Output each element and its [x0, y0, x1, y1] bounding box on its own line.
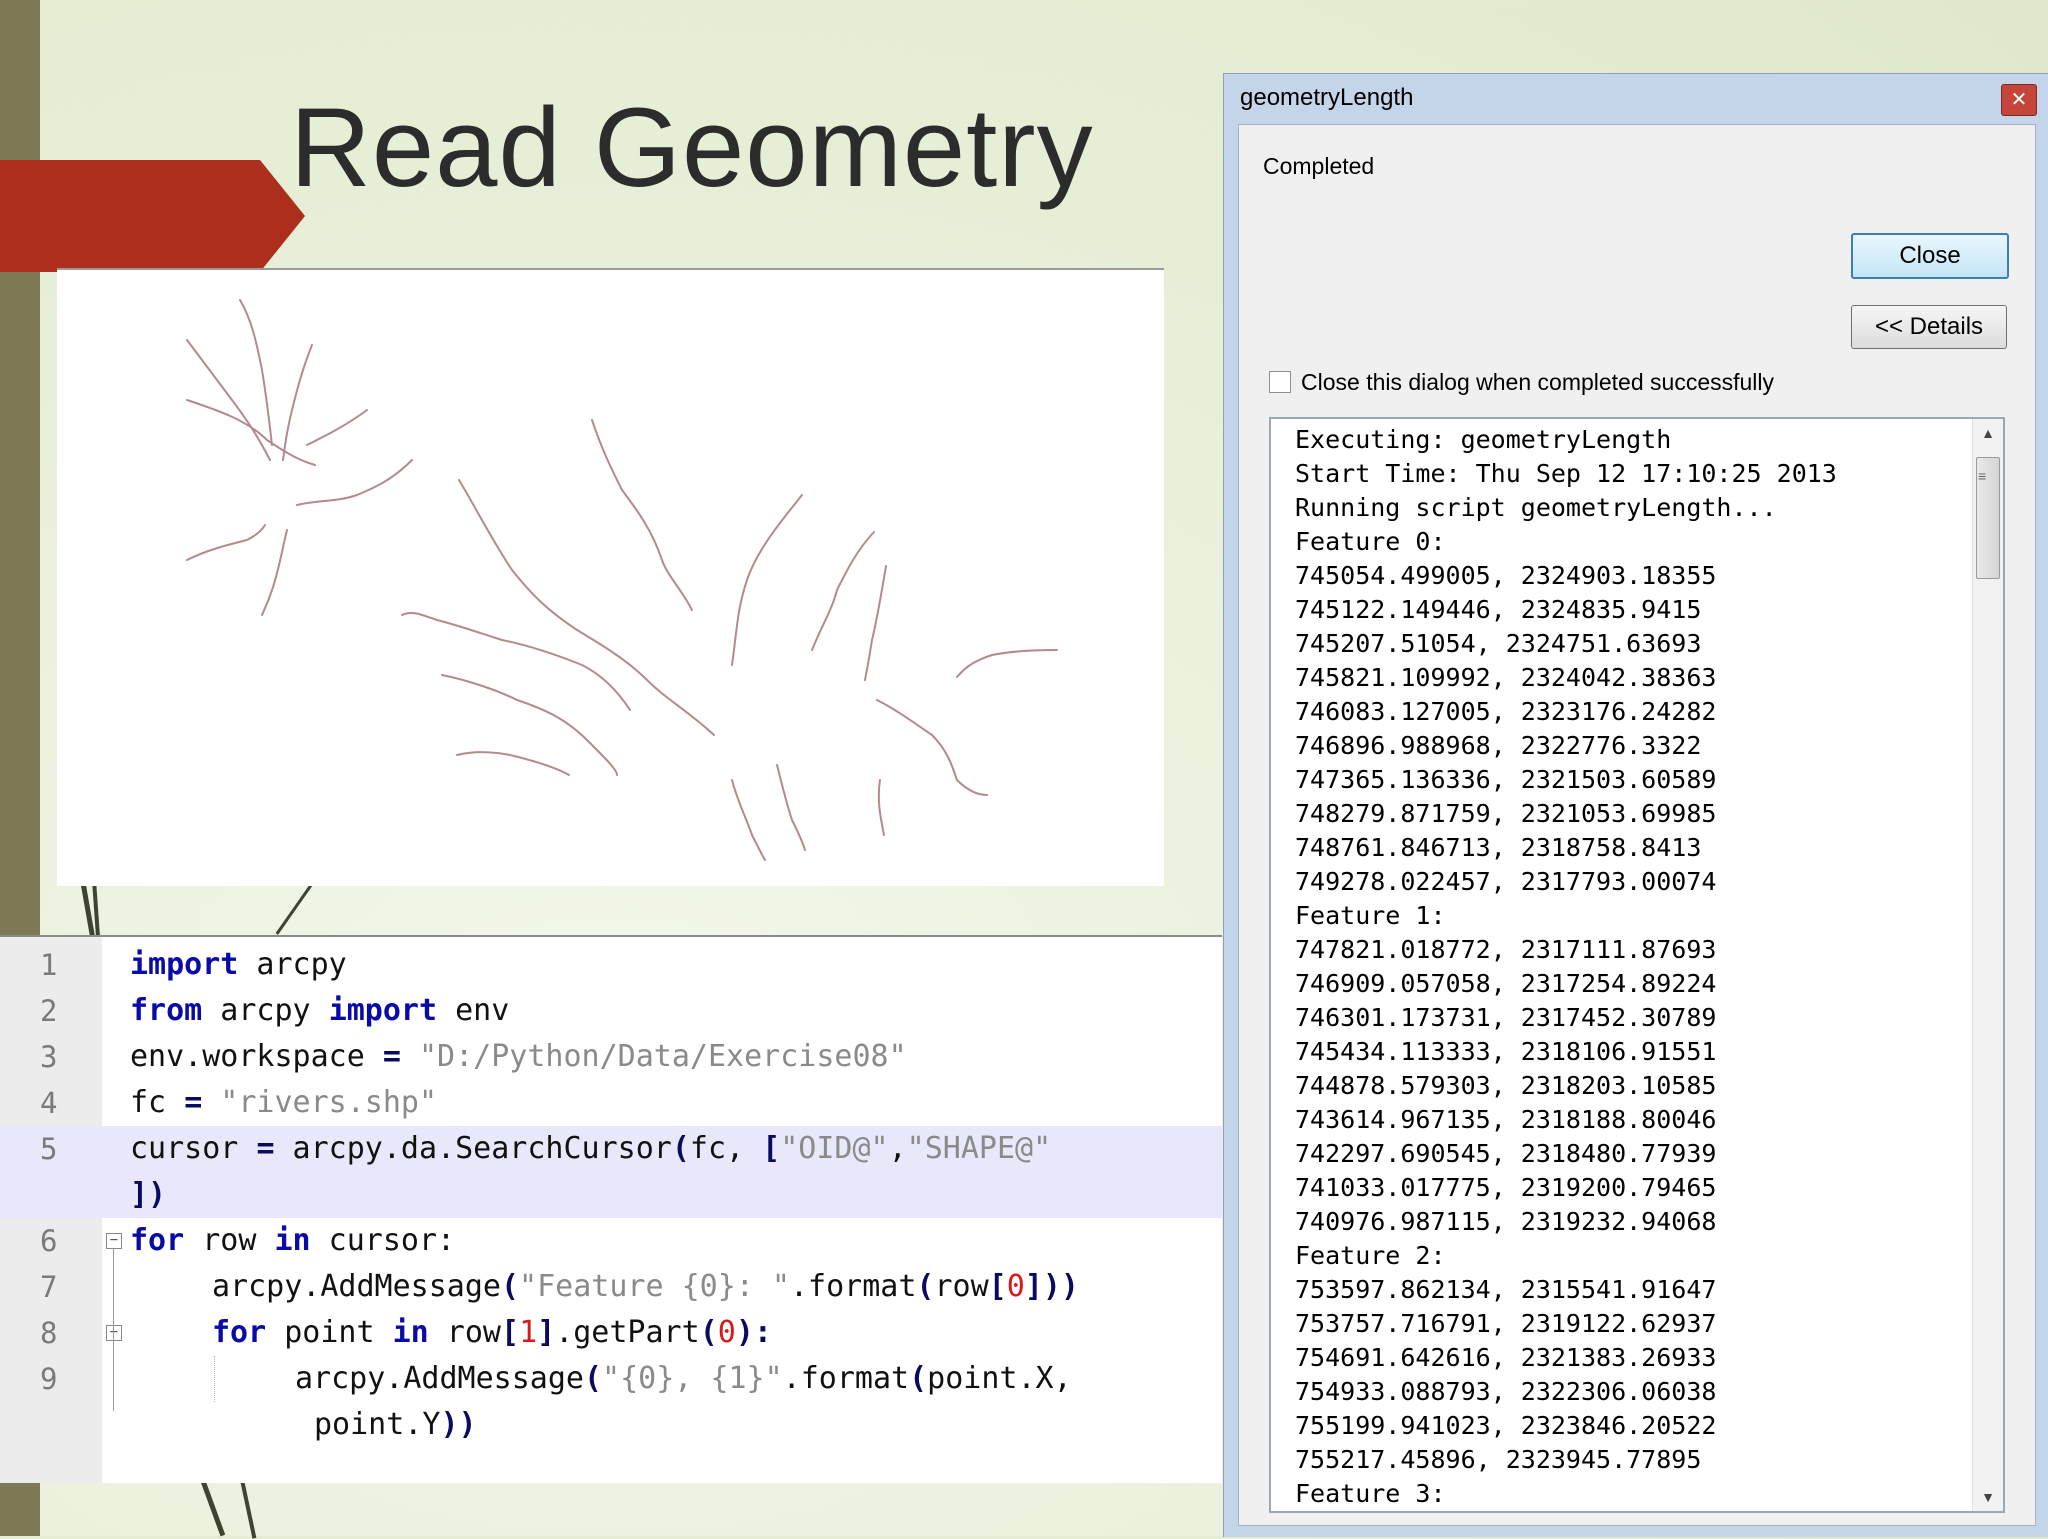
close-button[interactable]: Close [1851, 233, 2009, 279]
log-line: 748279.871759, 2321053.69985 [1295, 799, 1717, 828]
log-line: 748761.846713, 2318758.8413 [1295, 833, 1702, 862]
line-number: 5 [40, 1132, 58, 1166]
log-line: 745054.499005, 2324903.18355 [1295, 561, 1717, 590]
line-number: 8 [40, 1316, 58, 1350]
fold-guide [113, 1341, 114, 1411]
code-text-wrapped: point.Y)) [314, 1407, 477, 1442]
log-line: 753597.862134, 2315541.91647 [1295, 1275, 1717, 1304]
code-text: arcpy.AddMessage("Feature {0}: ".format(… [212, 1269, 1079, 1304]
line-number: 7 [40, 1270, 58, 1304]
log-line: 746301.173731, 2317452.30789 [1295, 1003, 1717, 1032]
code-line: 2 from arcpy import env [0, 988, 1222, 1034]
code-text: env.workspace = "D:/Python/Data/Exercise… [130, 1039, 907, 1074]
code-text: cursor = arcpy.da.SearchCursor(fc, ["OID… [130, 1131, 1052, 1166]
grip-icon: ≡ [1978, 468, 1987, 484]
line-number: 4 [40, 1086, 58, 1120]
code-line: 3 env.workspace = "D:/Python/Data/Exerci… [0, 1034, 1222, 1080]
log-line: 749278.022457, 2317793.00074 [1295, 867, 1717, 896]
line-number: 3 [40, 1040, 58, 1074]
log-line: 754933.088793, 2322306.06038 [1295, 1377, 1717, 1406]
river-map [57, 268, 1164, 886]
line-number: 2 [40, 994, 58, 1028]
line-number: 9 [40, 1362, 58, 1396]
log-line: 746083.127005, 2323176.24282 [1295, 697, 1717, 726]
fold-toggle-icon[interactable]: − [106, 1233, 122, 1249]
close-on-success-checkbox[interactable] [1269, 371, 1291, 393]
decorative-stem [275, 884, 313, 935]
scroll-up-icon[interactable]: ▲ [1973, 419, 2003, 447]
log-line: Feature 1: [1295, 901, 1446, 930]
code-line: 9 arcpy.AddMessage("{0}, {1}".format(poi… [0, 1356, 1222, 1448]
close-icon[interactable]: ✕ [2001, 84, 2037, 116]
log-line: 745434.113333, 2318106.91551 [1295, 1037, 1717, 1066]
log-line: 745821.109992, 2324042.38363 [1295, 663, 1717, 692]
code-text: fc = "rivers.shp" [130, 1085, 438, 1120]
log-line: 753757.716791, 2319122.62937 [1295, 1309, 1717, 1338]
decorative-stem [200, 1478, 226, 1537]
log-line: 746896.988968, 2322776.3322 [1295, 731, 1702, 760]
scroll-down-icon[interactable]: ▼ [1973, 1483, 2003, 1511]
code-line: 4 fc = "rivers.shp" [0, 1080, 1222, 1126]
river-lines-icon [186, 299, 1058, 861]
code-line: 6 − for row in cursor: [0, 1218, 1222, 1264]
details-button[interactable]: << Details [1851, 305, 2007, 349]
decorative-stem [240, 1479, 257, 1539]
indent-guide [214, 1356, 215, 1402]
log-line: 747821.018772, 2317111.87693 [1295, 935, 1717, 964]
log-line: 743614.967135, 2318188.80046 [1295, 1105, 1717, 1134]
log-line: Start Time: Thu Sep 12 17:10:25 2013 [1295, 459, 1837, 488]
log-line: 742297.690545, 2318480.77939 [1295, 1139, 1717, 1168]
code-line-current: 5 cursor = arcpy.da.SearchCursor(fc, ["O… [0, 1126, 1222, 1218]
log-lines: Executing: geometryLength Start Time: Thu… [1295, 423, 1975, 1513]
slide-title: Read Geometry [290, 85, 1094, 210]
log-line: 755217.45896, 2323945.77895 [1295, 1445, 1702, 1474]
log-line: Feature 2: [1295, 1241, 1446, 1270]
log-line: 741033.017775, 2319200.79465 [1295, 1173, 1717, 1202]
code-line: 1 import arcpy [0, 942, 1222, 988]
log-line: 740976.987115, 2319232.94068 [1295, 1207, 1717, 1236]
vertical-scrollbar[interactable]: ▲ ≡ ▼ [1972, 419, 2003, 1511]
log-line: 745207.51054, 2324751.63693 [1295, 629, 1702, 658]
code-text-wrapped: ]) [130, 1177, 167, 1212]
fold-guide [113, 1249, 114, 1345]
message-log[interactable]: Executing: geometryLength Start Time: Thu… [1269, 417, 2005, 1513]
code-editor[interactable]: 1 import arcpy 2 from arcpy import env 3… [0, 935, 1222, 1483]
fold-toggle-icon[interactable]: − [106, 1325, 122, 1341]
code-text: from arcpy import env [130, 993, 510, 1028]
code-text: import arcpy [130, 947, 347, 982]
code-text: for point in row[1].getPart(0): [212, 1315, 772, 1350]
geoprocessing-dialog: geometryLength ✕ Completed Close << Deta… [1223, 73, 2048, 1537]
log-line: 755199.941023, 2323846.20522 [1295, 1411, 1717, 1440]
log-line: Feature 3: [1295, 1479, 1446, 1508]
status-label: Completed [1263, 153, 1375, 179]
dialog-title: geometryLength [1240, 84, 1414, 111]
dialog-body: Completed Close << Details Close this di… [1238, 124, 2036, 1526]
log-line: Running script geometryLength... [1295, 493, 1777, 522]
checkbox-label: Close this dialog when completed success… [1301, 369, 1775, 395]
line-number: 1 [40, 948, 58, 982]
title-accent-flag [0, 160, 305, 272]
log-line: 746909.057058, 2317254.89224 [1295, 969, 1717, 998]
log-line: Executing: geometryLength [1295, 425, 1672, 454]
code-text: arcpy.AddMessage("{0}, {1}".format(point… [295, 1361, 1072, 1396]
code-line: 7 arcpy.AddMessage("Feature {0}: ".forma… [0, 1264, 1222, 1310]
line-number: 6 [40, 1224, 58, 1258]
log-line: 745122.149446, 2324835.9415 [1295, 595, 1702, 624]
log-line: Feature 0: [1295, 527, 1446, 556]
code-line: 8 − for point in row[1].getPart(0): [0, 1310, 1222, 1356]
log-line: 751089.22614, 2314030.50506 [1295, 1511, 1975, 1513]
log-line: 754691.642616, 2321383.26933 [1295, 1343, 1717, 1372]
code-text: for row in cursor: [130, 1223, 456, 1258]
slide: Read Geometry 1 import arcpy 2 from arcp… [0, 0, 2048, 1539]
log-line: 747365.136336, 2321503.60589 [1295, 765, 1717, 794]
log-line: 744878.579303, 2318203.10585 [1295, 1071, 1717, 1100]
